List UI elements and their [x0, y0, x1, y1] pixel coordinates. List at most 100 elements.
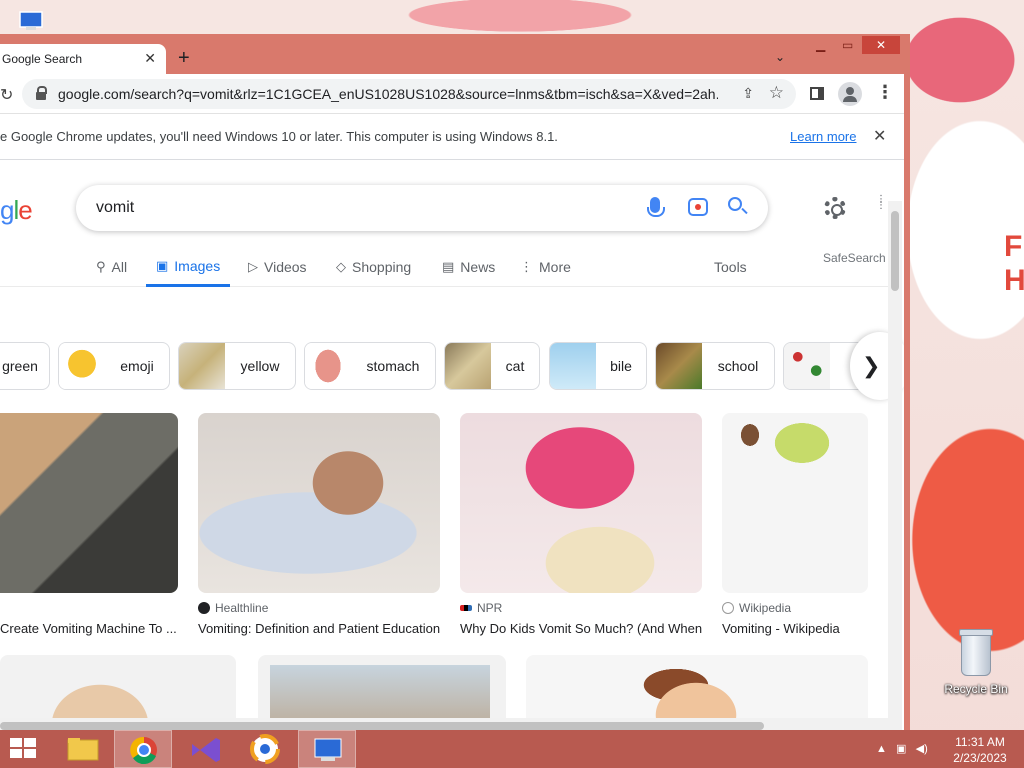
- chip-thumbnail: [305, 343, 351, 389]
- camera-lens-icon[interactable]: [688, 198, 708, 216]
- title-bar: Google Search ✕ + ⌄ ▁ ▭ ✕: [0, 34, 904, 74]
- chip-green[interactable]: green: [0, 342, 50, 390]
- result-image[interactable]: [0, 413, 178, 593]
- tab-all[interactable]: ⚲ All: [96, 247, 127, 287]
- tab-label: News: [460, 259, 496, 275]
- remote-desktop-icon[interactable]: [298, 730, 356, 768]
- tools-button[interactable]: Tools: [714, 259, 747, 275]
- tab-label: More: [539, 259, 571, 275]
- tab-shopping[interactable]: ◇ Shopping: [336, 247, 411, 287]
- tag-icon: ◇: [336, 259, 346, 274]
- search-box[interactable]: vomit: [76, 185, 768, 231]
- chip-cat[interactable]: cat: [444, 342, 540, 390]
- window-close-button[interactable]: ✕: [862, 36, 900, 54]
- chip-label: green: [2, 358, 38, 374]
- microphone-icon[interactable]: [647, 197, 665, 217]
- lock-icon[interactable]: [36, 86, 47, 100]
- chip-emoji[interactable]: emoji: [58, 342, 170, 390]
- chip-bile[interactable]: bile: [549, 342, 647, 390]
- profile-avatar-icon[interactable]: [838, 82, 862, 106]
- chip-thumbnail: [656, 343, 702, 389]
- chip-school[interactable]: school: [655, 342, 775, 390]
- tab-news[interactable]: ▤ News: [442, 247, 495, 287]
- result-card[interactable]: Healthline Vomiting: Definition and Pati…: [198, 413, 440, 636]
- vertical-scrollbar[interactable]: [888, 201, 902, 734]
- result-title[interactable]: Create Vomiting Machine To ...: [0, 621, 178, 636]
- clock-time: 11:31 AM: [955, 735, 1005, 749]
- result-card[interactable]: NPR Why Do Kids Vomit So Much? (And When…: [460, 413, 702, 636]
- close-tab-icon[interactable]: ✕: [144, 50, 156, 67]
- google-logo[interactable]: gle: [0, 195, 33, 226]
- dots-vertical-icon: ⋮: [520, 259, 533, 274]
- result-title[interactable]: Vomiting: Definition and Patient Educati…: [198, 621, 440, 636]
- tab-search-chevron-icon[interactable]: ⌄: [775, 50, 785, 64]
- recycle-bin[interactable]: Recycle Bin: [944, 629, 1008, 696]
- address-bar[interactable]: google.com/search?q=vomit&rlz=1C1GCEA_en…: [22, 79, 796, 109]
- chrome-window: Google Search ✕ + ⌄ ▁ ▭ ✕ ↻ google.com/s…: [0, 34, 910, 734]
- settings-gear-icon[interactable]: [824, 197, 846, 219]
- result-card[interactable]: Wikipedia Vomiting - Wikipedia: [722, 413, 868, 636]
- tab-videos[interactable]: ▷ Videos: [248, 247, 307, 287]
- chip-thumbnail: [59, 343, 105, 389]
- wallpaper-text: FH: [1004, 230, 1024, 297]
- recycle-bin-icon: [959, 629, 993, 676]
- chrome-menu-icon[interactable]: ⋮: [876, 83, 894, 101]
- taskbar: ▲ ▣ ◀) 11:31 AM 2/23/2023: [0, 730, 1024, 768]
- tab-label: All: [111, 259, 128, 275]
- result-title[interactable]: Why Do Kids Vomit So Much? (And When...: [460, 621, 702, 636]
- image-icon: ▣: [156, 257, 169, 273]
- browser-tab[interactable]: Google Search ✕: [0, 44, 166, 74]
- clock-date: 2/23/2023: [953, 751, 1007, 765]
- tab-more[interactable]: ⋮ More: [520, 247, 571, 287]
- chip-label: cat: [505, 358, 525, 374]
- scrollbar-thumb[interactable]: [0, 722, 764, 730]
- desktop-computer-icon[interactable]: [18, 8, 46, 32]
- wikipedia-favicon-icon: [722, 602, 734, 614]
- result-image[interactable]: [198, 413, 440, 593]
- app-taskbar-icon[interactable]: [236, 730, 294, 768]
- tab-label: Videos: [264, 259, 307, 275]
- learn-more-link[interactable]: Learn more: [790, 129, 856, 144]
- result-title[interactable]: Vomiting - Wikipedia: [722, 621, 868, 636]
- result-source: Wikipedia: [722, 601, 868, 615]
- tab-title: Google Search: [2, 52, 83, 66]
- result-source: Healthline: [198, 601, 440, 615]
- search-icon[interactable]: [728, 197, 742, 211]
- chip-thumbnail: [784, 343, 830, 389]
- browser-toolbar: ↻ google.com/search?q=vomit&rlz=1C1GCEA_…: [0, 74, 904, 114]
- chip-label: emoji: [120, 358, 154, 374]
- windows-start-icon[interactable]: [10, 738, 38, 760]
- visual-studio-icon[interactable]: [176, 730, 234, 768]
- side-panel-icon[interactable]: [810, 87, 824, 100]
- chip-label: yellow: [240, 358, 280, 374]
- reload-icon[interactable]: ↻: [0, 85, 13, 105]
- new-tab-button[interactable]: +: [178, 47, 190, 70]
- tab-label: Images: [174, 257, 221, 274]
- chip-stomach[interactable]: stomach: [304, 342, 436, 390]
- file-explorer-icon[interactable]: [54, 730, 112, 768]
- chip-label: stomach: [366, 358, 420, 374]
- healthline-favicon-icon: [198, 602, 210, 614]
- scrollbar-thumb[interactable]: [891, 211, 899, 291]
- share-icon[interactable]: ⇪: [742, 85, 754, 102]
- minimize-button[interactable]: ▁: [816, 38, 825, 52]
- result-image[interactable]: [460, 413, 702, 593]
- infobar-close-icon[interactable]: ✕: [873, 126, 886, 146]
- video-icon: ▷: [248, 259, 258, 274]
- result-image[interactable]: [722, 413, 868, 593]
- clock[interactable]: 11:31 AM 2/23/2023: [940, 734, 1020, 766]
- maximize-button[interactable]: ▭: [842, 38, 853, 52]
- safesearch-button[interactable]: SafeSearch: [823, 251, 886, 265]
- chip-yellow[interactable]: yellow: [178, 342, 296, 390]
- npr-favicon-icon: [460, 605, 472, 611]
- chip-label: bile: [610, 358, 632, 374]
- tab-images[interactable]: ▣ Images: [146, 247, 231, 287]
- url-text[interactable]: google.com/search?q=vomit&rlz=1C1GCEA_en…: [58, 86, 718, 102]
- chrome-taskbar-icon[interactable]: [114, 730, 172, 768]
- recycle-bin-label: Recycle Bin: [944, 682, 1008, 696]
- news-icon: ▤: [442, 259, 455, 274]
- bookmark-star-icon[interactable]: ☆: [769, 83, 784, 103]
- result-card[interactable]: Create Vomiting Machine To ...: [0, 413, 178, 636]
- system-tray[interactable]: ▲ ▣ ◀): [876, 742, 928, 755]
- search-input[interactable]: vomit: [96, 199, 134, 217]
